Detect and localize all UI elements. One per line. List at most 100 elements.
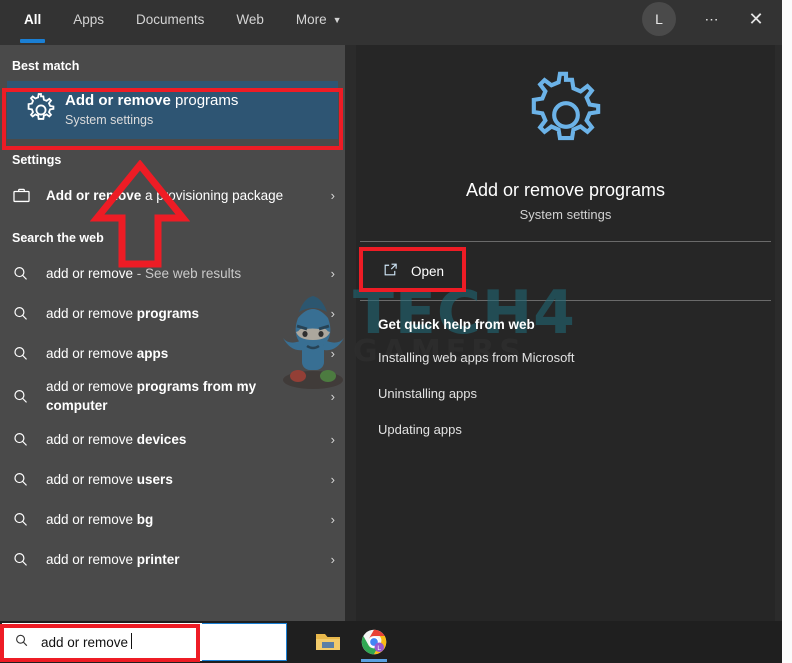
settings-heading: Settings <box>12 153 62 167</box>
chevron-right-icon: › <box>330 388 335 404</box>
tab-documents[interactable]: Documents <box>120 0 220 38</box>
quick-help-title: Get quick help from web <box>378 317 535 332</box>
preview-header: Add or remove programs System settings <box>356 45 775 241</box>
web-result-label: add or remove bg <box>46 510 317 529</box>
quick-help-link-1[interactable]: Uninstalling apps <box>378 386 775 401</box>
chevron-down-icon: ▼ <box>332 14 342 25</box>
search-input-value: add or remove <box>41 632 133 650</box>
gear-icon <box>17 93 65 127</box>
search-flyout: All Apps Documents Web More ▼ L ⋯ ✕ Best… <box>0 0 782 621</box>
tab-all[interactable]: All <box>8 0 57 43</box>
web-result-2[interactable]: add or remove apps › <box>0 333 345 373</box>
svg-text:L: L <box>377 645 381 652</box>
chevron-right-icon: › <box>330 187 335 203</box>
tab-list: All Apps Documents Web More ▼ <box>0 0 358 43</box>
web-result-7[interactable]: add or remove printer › <box>0 539 345 579</box>
web-result-keyword: programs <box>136 305 200 321</box>
search-icon <box>12 431 46 448</box>
search-icon <box>12 551 46 568</box>
screen-root: All Apps Documents Web More ▼ L ⋯ ✕ Best… <box>0 0 792 663</box>
web-result-query: add or remove <box>46 379 137 394</box>
chevron-right-icon: › <box>330 551 335 567</box>
web-result-query: add or remove <box>46 345 137 361</box>
web-result-3[interactable]: add or remove programs from my computer … <box>0 373 345 419</box>
web-result-keyword: users <box>136 471 173 487</box>
tab-all-label: All <box>24 11 42 27</box>
web-result-keyword: apps <box>136 345 169 361</box>
tab-apps-label: Apps <box>73 11 105 27</box>
search-icon <box>12 305 46 322</box>
search-icon <box>12 345 46 362</box>
more-options-icon[interactable]: ⋯ <box>692 1 732 37</box>
more-options-glyph: ⋯ <box>704 10 720 27</box>
best-match-result[interactable]: Add or remove programs System settings <box>7 81 338 139</box>
results-list: Best match Add or remove programs System… <box>0 45 345 621</box>
tab-documents-label: Documents <box>136 11 205 27</box>
quick-help-section: Get quick help from web Installing web a… <box>356 301 775 437</box>
web-result-label: add or remove - See web results <box>46 264 317 283</box>
open-external-icon <box>382 261 399 281</box>
web-result-label: add or remove programs from my computer <box>46 377 317 415</box>
best-match-title-rest: programs <box>170 92 239 109</box>
settings-item-label-rest: a provisioning package <box>141 187 284 203</box>
settings-item-label: Add or remove a provisioning package <box>46 186 317 205</box>
avatar[interactable]: L <box>642 2 676 36</box>
web-result-1[interactable]: add or remove programs › <box>0 293 345 333</box>
web-result-keyword: devices <box>136 431 187 447</box>
search-icon <box>12 265 46 282</box>
tab-apps[interactable]: Apps <box>57 0 120 38</box>
close-glyph: ✕ <box>748 8 764 29</box>
tab-more[interactable]: More ▼ <box>280 0 358 38</box>
file-explorer-icon[interactable] <box>305 621 351 663</box>
gear-icon <box>522 71 610 164</box>
quick-help-link-0[interactable]: Installing web apps from Microsoft <box>378 350 775 365</box>
web-result-query: add or remove <box>46 471 137 487</box>
web-result-label: add or remove programs <box>46 304 317 323</box>
open-button-label: Open <box>411 263 445 279</box>
desktop-edge <box>782 0 792 663</box>
briefcase-icon <box>12 186 46 205</box>
web-result-query: add or remove <box>46 305 137 321</box>
close-icon[interactable]: ✕ <box>736 1 776 37</box>
search-suggestion-box[interactable] <box>202 623 287 661</box>
open-button[interactable]: Open <box>370 252 466 290</box>
tab-web-label: Web <box>236 11 264 27</box>
best-match-heading: Best match <box>12 59 80 73</box>
web-result-label: add or remove printer <box>46 550 317 569</box>
web-result-label: add or remove users <box>46 470 317 489</box>
settings-item-label-bold: Add or remove <box>46 187 142 203</box>
preview-panel: Add or remove programs System settings O… <box>356 45 775 621</box>
web-result-0[interactable]: add or remove - See web results › <box>0 253 345 293</box>
web-result-query: add or remove <box>46 265 134 281</box>
search-web-heading: Search the web <box>12 231 104 245</box>
chevron-right-icon: › <box>330 511 335 527</box>
search-icon <box>12 471 46 488</box>
web-result-suffix: - See web results <box>133 265 242 281</box>
chevron-right-icon: › <box>330 305 335 321</box>
web-result-keyword: bg <box>136 511 154 527</box>
avatar-letter: L <box>655 11 663 27</box>
search-tabbar: All Apps Documents Web More ▼ L ⋯ ✕ <box>0 0 782 45</box>
preview-subtitle: System settings <box>519 206 612 222</box>
web-result-query: add or remove <box>46 551 137 567</box>
best-match-title-bold: Add or remove <box>65 92 171 109</box>
preview-title: Add or remove programs <box>465 179 666 200</box>
web-result-keyword: printer <box>136 551 180 567</box>
settings-item-provisioning-package[interactable]: Add or remove a provisioning package › <box>0 175 345 215</box>
web-result-query: add or remove <box>46 431 137 447</box>
web-result-6[interactable]: add or remove bg › <box>0 499 345 539</box>
search-input[interactable]: add or remove <box>2 623 202 661</box>
chevron-right-icon: › <box>330 431 335 447</box>
web-result-query: add or remove <box>46 511 137 527</box>
web-result-4[interactable]: add or remove devices › <box>0 419 345 459</box>
quick-help-link-2[interactable]: Updating apps <box>378 422 775 437</box>
chevron-right-icon: › <box>330 471 335 487</box>
tab-web[interactable]: Web <box>220 0 280 38</box>
tab-more-label: More <box>295 11 327 27</box>
web-result-label: add or remove apps <box>46 344 317 363</box>
chevron-right-icon: › <box>330 345 335 361</box>
web-result-5[interactable]: add or remove users › <box>0 459 345 499</box>
chrome-icon[interactable]: L <box>351 621 397 663</box>
header-actions: L ⋯ ✕ <box>642 0 782 38</box>
best-match-subtitle: System settings <box>65 113 154 127</box>
